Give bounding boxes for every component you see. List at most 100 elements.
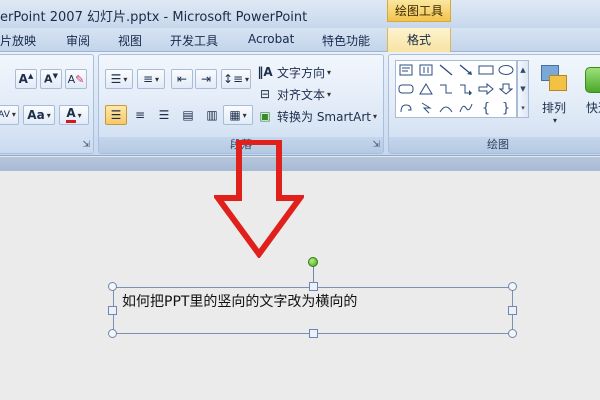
rectangle-shape-icon[interactable] xyxy=(476,61,496,79)
window-title: erPoint 2007 幻灯片.pptx - Microsoft PowerP… xyxy=(0,10,308,25)
align-right-icon: ☰ xyxy=(158,108,170,122)
scroll-up-icon[interactable]: ▲ xyxy=(518,61,528,80)
ribbon-tab-row: 片放映 审阅 视图 开发工具 Acrobat 特色功能 格式 xyxy=(0,28,600,52)
arrange-icon xyxy=(533,61,575,99)
line-shape-icon[interactable] xyxy=(436,61,456,79)
justify-button[interactable]: ▤ xyxy=(177,105,199,125)
resize-handle-top[interactable] xyxy=(309,282,318,291)
left-brace-shape-icon[interactable]: { xyxy=(476,99,496,117)
columns-button[interactable]: ▦ ▾ xyxy=(223,105,253,125)
bullets-button[interactable]: ☰ ▾ xyxy=(105,69,133,89)
decrease-indent-icon: ⇤ xyxy=(176,72,188,86)
quick-styles-button[interactable]: 快速 xyxy=(577,61,600,125)
bullets-icon: ☰ xyxy=(110,72,122,86)
align-right-button[interactable]: ☰ xyxy=(153,105,175,125)
quick-styles-icon xyxy=(577,61,600,99)
increase-indent-button[interactable]: ⇥ xyxy=(195,69,217,89)
font-color-icon: A xyxy=(66,107,76,123)
curve-shape-icon[interactable] xyxy=(456,99,476,117)
convert-smartart-button[interactable]: ▣ 转换为 SmartArt ▾ xyxy=(257,107,377,125)
star-shape-icon[interactable] xyxy=(396,99,416,117)
align-left-button[interactable]: ☰ xyxy=(105,105,127,125)
align-text-label: 对齐文本 xyxy=(277,87,326,102)
text-direction-button[interactable]: ‖A 文字方向 ▾ xyxy=(257,63,331,81)
shapes-gallery[interactable]: { } xyxy=(395,60,517,118)
align-center-button[interactable]: ≡ xyxy=(129,105,151,125)
drawing-tools-context-label: 绘图工具 xyxy=(387,0,451,22)
resize-handle-bottom[interactable] xyxy=(309,329,318,338)
change-case-label: Aa xyxy=(27,108,45,122)
clear-format-button[interactable]: A✎ xyxy=(65,69,87,89)
lightning-shape-icon[interactable] xyxy=(416,99,436,117)
increase-indent-icon: ⇥ xyxy=(200,72,212,86)
right-arrow-shape-icon[interactable] xyxy=(476,80,496,98)
resize-handle-right[interactable] xyxy=(508,306,517,315)
paragraph-group: ☰ ▾ ≡ ▾ ⇤ ⇥ ↕≡ ▾ ☰ ≡ ☰ ▤ ▥ ▦ ▾ ‖A 文字方向 ▾… xyxy=(98,54,384,154)
shapes-gallery-scrollbar[interactable]: ▲ ▼ ▾ xyxy=(517,60,529,118)
shrink-font-icon: A▼ xyxy=(44,72,58,86)
arrange-dropdown-icon: ▾ xyxy=(552,116,557,125)
resize-handle-left[interactable] xyxy=(108,306,117,315)
align-text-button[interactable]: ⊟ 对齐文本 ▾ xyxy=(257,85,331,103)
resize-handle-bottom-right[interactable] xyxy=(508,329,517,338)
elbow-arrow-shape-icon[interactable] xyxy=(456,80,476,98)
align-text-icon: ⊟ xyxy=(259,87,271,101)
tab-format[interactable]: 格式 xyxy=(387,28,451,52)
tab-view[interactable]: 视图 xyxy=(118,32,142,49)
tab-developer[interactable]: 开发工具 xyxy=(170,32,218,49)
down-arrow-shape-icon[interactable] xyxy=(496,80,516,98)
shrink-font-button[interactable]: A▼ xyxy=(40,69,62,89)
arrange-label: 排列 xyxy=(541,101,566,115)
font-dialog-launcher-icon[interactable]: ⇲ xyxy=(82,140,90,150)
arrange-button[interactable]: 排列 ▾ xyxy=(533,61,575,125)
tab-slideshow[interactable]: 片放映 xyxy=(0,32,36,49)
resize-handle-bottom-left[interactable] xyxy=(108,329,117,338)
align-left-icon: ☰ xyxy=(110,108,122,122)
oval-shape-icon[interactable] xyxy=(496,61,516,79)
grow-font-icon: A▲ xyxy=(18,72,34,86)
clear-format-icon: A✎ xyxy=(67,72,85,86)
distributed-button[interactable]: ▥ xyxy=(201,105,223,125)
line-spacing-button[interactable]: ↕≡ ▾ xyxy=(221,69,251,89)
char-spacing-icon: AV ▾ xyxy=(0,110,16,120)
tab-acrobat[interactable]: Acrobat xyxy=(248,32,294,46)
triangle-shape-icon[interactable] xyxy=(416,80,436,98)
textbox-content[interactable]: 如何把PPT里的竖向的文字改为横向的 xyxy=(122,291,357,311)
convert-smartart-label: 转换为 SmartArt xyxy=(277,109,371,124)
tab-review[interactable]: 审阅 xyxy=(66,32,90,49)
drawing-group: { } ▲ ▼ ▾ 排列 ▾ 快速 绘图 xyxy=(388,54,600,154)
paragraph-dialog-launcher-icon[interactable]: ⇲ xyxy=(372,140,380,150)
arrow-line-shape-icon[interactable] xyxy=(456,61,476,79)
font-group: A▲ A▼ A✎ AV ▾ Aa ▾ A ▾ ⇲ xyxy=(0,54,94,154)
textbox-shape-icon[interactable] xyxy=(396,61,416,79)
elbow-connector-shape-icon[interactable] xyxy=(436,80,456,98)
align-center-icon: ≡ xyxy=(134,108,146,122)
slide-textbox[interactable]: 如何把PPT里的竖向的文字改为横向的 xyxy=(113,287,513,334)
change-case-button[interactable]: Aa ▾ xyxy=(23,105,55,125)
grow-font-button[interactable]: A▲ xyxy=(15,69,37,89)
numbering-icon: ≡ xyxy=(142,72,154,86)
numbering-button[interactable]: ≡ ▾ xyxy=(137,69,165,89)
gallery-more-icon[interactable]: ▾ xyxy=(518,99,528,117)
rotation-handle[interactable] xyxy=(308,257,318,267)
tab-special-features[interactable]: 特色功能 xyxy=(322,32,370,49)
arc-shape-icon[interactable] xyxy=(436,99,456,117)
vertical-textbox-shape-icon[interactable] xyxy=(416,61,436,79)
quick-styles-label: 快速 xyxy=(585,101,600,115)
annotation-down-arrow xyxy=(214,140,304,258)
title-bar: erPoint 2007 幻灯片.pptx - Microsoft PowerP… xyxy=(0,0,600,28)
distributed-icon: ▥ xyxy=(206,108,218,122)
scroll-down-icon[interactable]: ▼ xyxy=(518,80,528,99)
rounded-rect-shape-icon[interactable] xyxy=(396,80,416,98)
resize-handle-top-right[interactable] xyxy=(508,282,517,291)
decrease-indent-button[interactable]: ⇤ xyxy=(171,69,193,89)
text-direction-label: 文字方向 xyxy=(277,65,326,80)
line-spacing-icon: ↕≡ xyxy=(222,72,244,86)
smartart-icon: ▣ xyxy=(259,109,271,123)
resize-handle-top-left[interactable] xyxy=(108,282,117,291)
columns-icon: ▦ xyxy=(229,108,241,122)
char-spacing-button[interactable]: AV ▾ xyxy=(0,105,19,125)
drawing-group-label: 绘图 xyxy=(389,137,600,153)
font-color-button[interactable]: A ▾ xyxy=(59,105,89,125)
right-brace-shape-icon[interactable]: } xyxy=(496,99,516,117)
